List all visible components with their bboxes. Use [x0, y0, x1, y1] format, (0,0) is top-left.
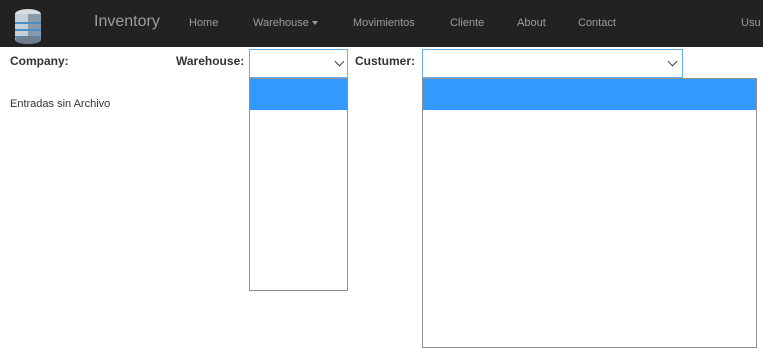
customer-label: Custumer: [355, 54, 416, 68]
database-logo-icon[interactable] [8, 6, 48, 46]
nav-contact[interactable]: Contact [578, 17, 616, 29]
nav-warehouse-label: Warehouse [253, 17, 309, 29]
chevron-down-icon [334, 56, 345, 67]
chevron-down-icon [667, 56, 678, 67]
warehouse-option-selected[interactable] [250, 79, 347, 110]
nav-user-menu[interactable]: Usu [741, 17, 761, 29]
warehouse-select[interactable] [249, 49, 348, 78]
brand-link[interactable]: Inventory [94, 13, 160, 31]
customer-select[interactable] [422, 49, 683, 78]
nav-cliente[interactable]: Cliente [450, 17, 484, 29]
nav-home[interactable]: Home [189, 17, 218, 29]
warehouse-dropdown-list [249, 78, 348, 291]
warehouse-label: Warehouse: [176, 54, 245, 68]
entries-without-file-text: Entradas sin Archivo [10, 98, 111, 110]
customer-dropdown-list [422, 78, 757, 348]
nav-movimientos[interactable]: Movimientos [353, 17, 415, 29]
customer-option-selected[interactable] [423, 79, 756, 110]
nav-about[interactable]: About [517, 17, 546, 29]
top-navbar: Inventory Home Warehouse Movimientos Cli… [0, 0, 763, 47]
company-label: Company: [10, 54, 69, 68]
nav-warehouse-dropdown[interactable]: Warehouse [253, 17, 318, 29]
caret-down-icon [311, 21, 318, 26]
